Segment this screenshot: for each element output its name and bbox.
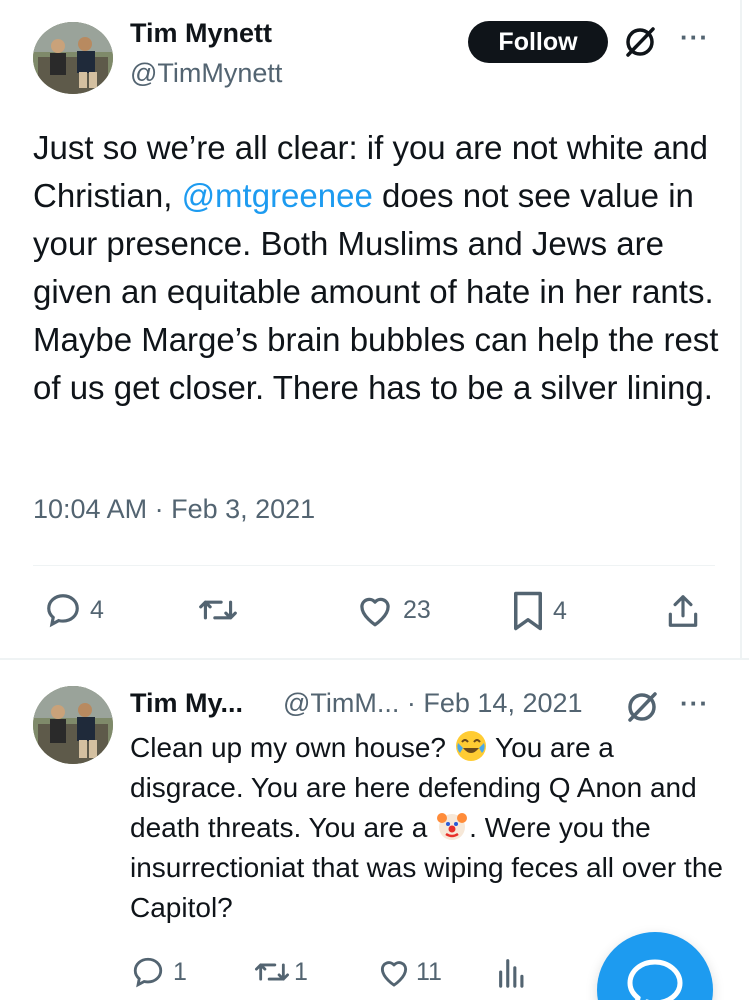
like-icon — [360, 597, 390, 627]
clown-emoji — [435, 809, 469, 843]
like-button[interactable]: 11 — [376, 956, 442, 988]
author-name[interactable]: Tim Mynett — [130, 18, 272, 49]
reply-author-name[interactable]: Tim My... — [130, 688, 243, 719]
like-count: 11 — [416, 957, 442, 986]
like-count: 23 — [403, 595, 431, 624]
more-icon[interactable]: ··· — [680, 22, 709, 53]
retweet-icon — [254, 963, 289, 981]
retweet-button[interactable]: 1 — [252, 955, 308, 989]
grok-icon[interactable] — [625, 690, 659, 724]
mention-link[interactable]: @mtgreenee — [182, 177, 373, 214]
reply-icon — [47, 594, 79, 628]
retweet-button[interactable] — [196, 591, 240, 629]
divider — [33, 565, 715, 566]
reply-author-handle[interactable]: @TimM... · Feb 14, 2021 — [283, 688, 583, 719]
compose-button[interactable] — [597, 932, 713, 1000]
divider — [740, 0, 742, 660]
reply-button[interactable]: 4 — [44, 591, 104, 629]
avatar[interactable] — [33, 22, 113, 94]
reply-icon — [133, 957, 163, 988]
share-button[interactable] — [664, 592, 702, 630]
reply-text: Clean up my own house? You are a disgrac… — [130, 728, 730, 928]
tweet-timestamp[interactable]: 10:04 AM · Feb 3, 2021 — [33, 494, 315, 525]
author-handle[interactable]: @TimMynett — [130, 58, 282, 89]
avatar[interactable] — [33, 686, 113, 764]
reply-count: 1 — [173, 957, 187, 986]
bookmark-count: 4 — [553, 596, 567, 625]
reply-count: 4 — [90, 595, 104, 624]
compose-icon — [627, 959, 683, 1000]
bookmark-button[interactable]: 4 — [511, 590, 567, 632]
grok-icon[interactable] — [623, 25, 657, 59]
like-button[interactable]: 23 — [355, 592, 431, 628]
views-icon — [499, 959, 524, 988]
more-icon[interactable]: ··· — [680, 688, 709, 719]
retweet-count: 1 — [294, 957, 308, 986]
share-icon — [668, 595, 698, 627]
like-icon — [380, 961, 408, 987]
views-button[interactable] — [496, 955, 528, 989]
main-tweet: Tim Mynett @TimMynett Follow ··· Just so… — [0, 0, 749, 660]
follow-button[interactable]: Follow — [468, 21, 608, 63]
tweet-text: Just so we’re all clear: if you are not … — [33, 124, 723, 412]
divider — [0, 658, 749, 660]
retweet-icon — [199, 600, 237, 620]
joy-emoji — [454, 729, 488, 763]
reply-text-part: Clean up my own house? — [130, 732, 454, 763]
reply-button[interactable]: 1 — [131, 955, 187, 989]
bookmark-icon — [514, 591, 542, 631]
